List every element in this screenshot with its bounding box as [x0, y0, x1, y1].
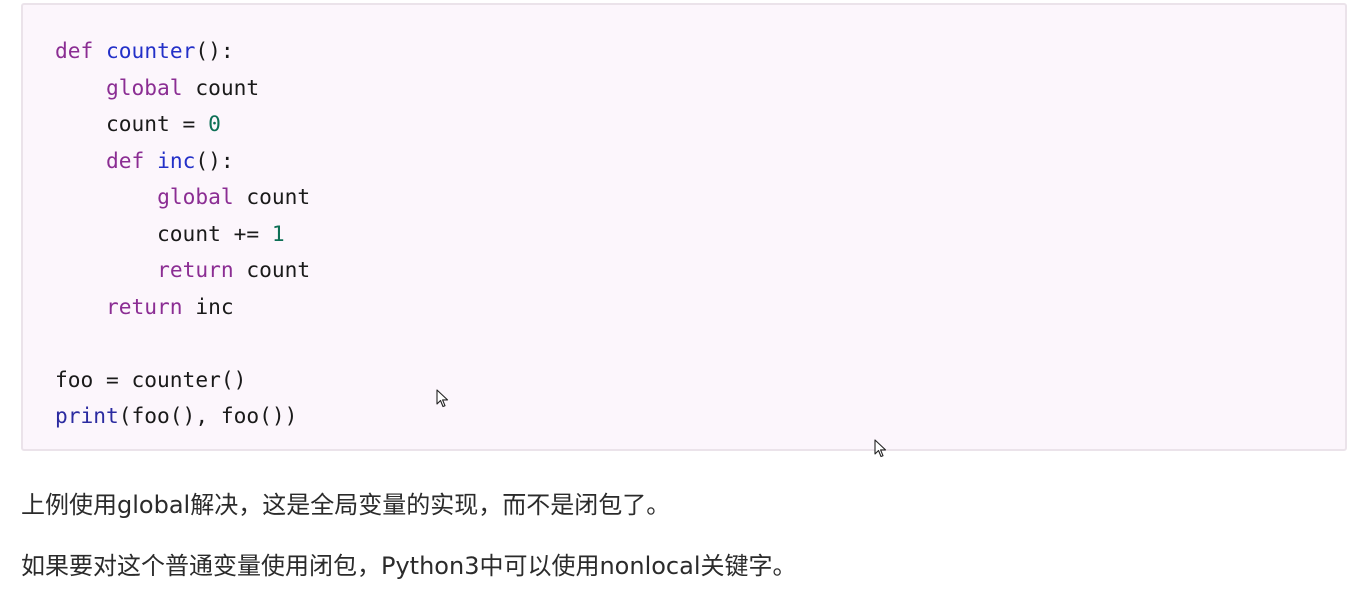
code-line: foo = counter() — [55, 362, 310, 399]
code-token: counter — [106, 38, 196, 63]
code-token: 1 — [271, 220, 285, 246]
code-line: def inc(): — [55, 143, 310, 180]
code-token: (foo(), foo()) — [118, 403, 298, 428]
code-line: global count — [55, 70, 310, 107]
code-token: (): — [195, 38, 234, 63]
code-token: count += — [55, 220, 272, 246]
code-token: count — [233, 257, 311, 282]
code-token: global — [157, 184, 234, 209]
paragraph-nonlocal-explanation: 如果要对这个普通变量使用闭包，Python3中可以使用nonlocal关键字。 — [21, 552, 797, 580]
code-token: global — [106, 74, 183, 100]
code-content: def counter(): global count count = 0 de… — [55, 33, 310, 435]
code-line: count += 1 — [55, 216, 310, 253]
code-token: def — [106, 147, 145, 173]
code-token: return — [157, 257, 234, 282]
code-token: count — [182, 74, 260, 100]
mouse-pointer-icon — [436, 389, 449, 408]
code-token: return — [106, 293, 183, 319]
paragraph-global-explanation: 上例使用global解决，这是全局变量的实现，而不是闭包了。 — [21, 491, 671, 519]
code-token: inc — [157, 147, 196, 173]
code-line: count = 0 — [55, 106, 310, 143]
code-token: foo = counter() — [55, 366, 247, 392]
code-line: return count — [55, 252, 310, 289]
code-token: count — [233, 184, 311, 209]
mouse-pointer-icon — [874, 439, 887, 458]
code-token: 0 — [208, 111, 221, 136]
code-block: def counter(): global count count = 0 de… — [21, 3, 1347, 451]
code-token: count = — [55, 111, 209, 136]
code-token: inc — [182, 293, 234, 319]
code-token: print — [55, 403, 119, 428]
code-line: print(foo(), foo()) — [55, 398, 310, 435]
code-line: def counter(): — [55, 33, 310, 70]
code-line: return inc — [55, 289, 310, 326]
page: def counter(): global count count = 0 de… — [0, 0, 1349, 601]
code-token: (): — [195, 147, 234, 173]
code-line: global count — [55, 179, 310, 216]
code-token: def — [55, 38, 94, 63]
